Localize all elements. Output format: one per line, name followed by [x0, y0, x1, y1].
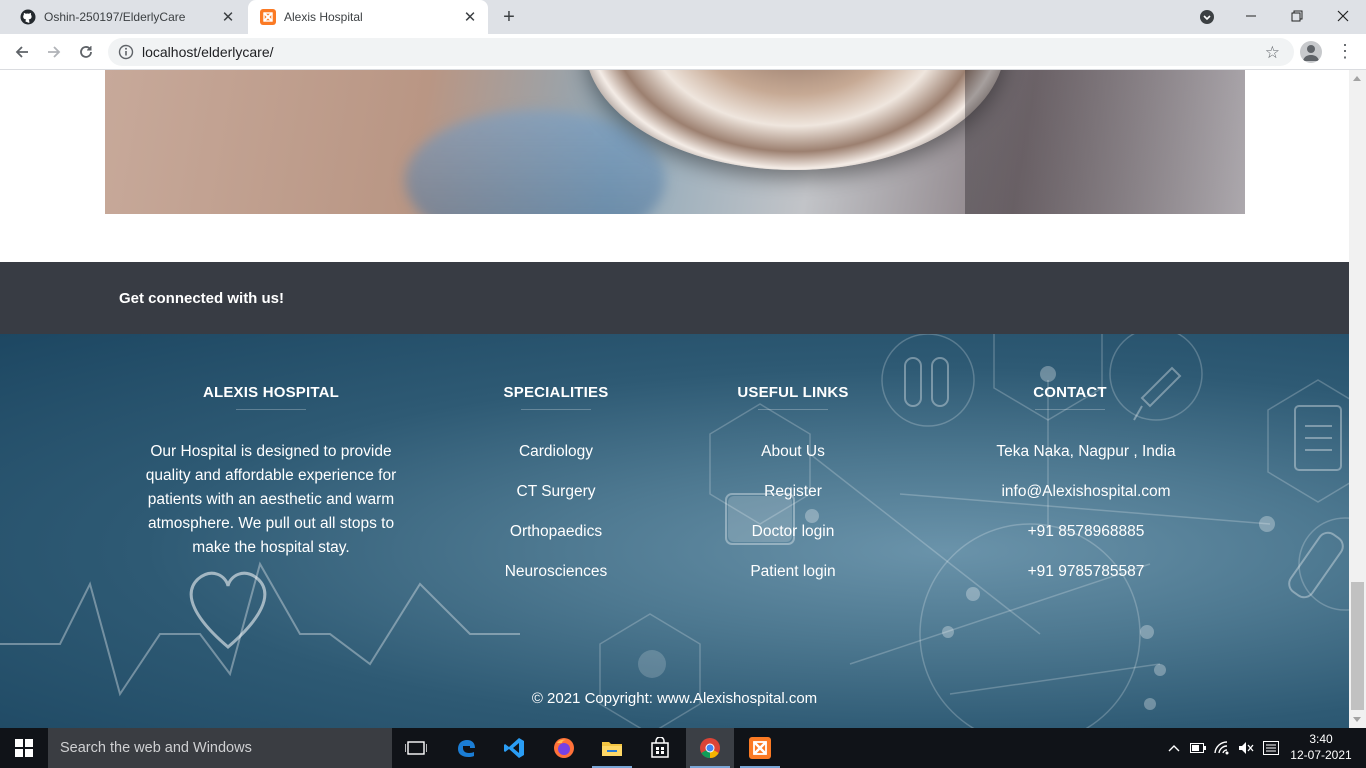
reload-button[interactable]: [74, 40, 98, 64]
scroll-up-icon[interactable]: [1353, 76, 1361, 81]
close-tab-icon[interactable]: ✕: [218, 7, 238, 27]
scroll-down-icon[interactable]: [1353, 717, 1361, 722]
forward-button[interactable]: [42, 40, 66, 64]
connect-bar: Get connected with us!: [0, 262, 1349, 334]
contact-phone-1: +91 8578968885: [1027, 523, 1145, 540]
taskbar-file-explorer[interactable]: [588, 728, 636, 768]
search-placeholder: Search the web and Windows: [60, 740, 252, 756]
clock-date: 12-07-2021: [1290, 748, 1352, 762]
profile-avatar[interactable]: [1300, 41, 1322, 63]
heading-divider: [521, 409, 591, 410]
tab-alexis-hospital[interactable]: Alexis Hospital ✕: [248, 0, 488, 34]
info-icon[interactable]: [118, 44, 134, 60]
contact-phone-2: +91 9785785587: [1027, 563, 1145, 580]
folder-icon: [602, 742, 622, 756]
restore-icon: [1291, 10, 1303, 22]
arrow-right-icon: [48, 46, 61, 58]
vscode-icon: [504, 738, 524, 758]
github-icon: [20, 9, 36, 25]
close-tab-icon[interactable]: ✕: [460, 7, 480, 27]
footer-about-heading: ALEXIS HOSPITAL: [202, 384, 340, 401]
tray-show-hidden-button[interactable]: [1164, 728, 1184, 768]
taskbar-firefox[interactable]: [540, 728, 588, 768]
link-doctor-login[interactable]: Doctor login: [693, 522, 893, 562]
minimize-button[interactable]: [1228, 0, 1274, 32]
address-bar[interactable]: localhost/elderlycare/ ☆: [108, 38, 1294, 66]
taskbar-search-box[interactable]: Search the web and Windows: [48, 728, 392, 768]
site-footer: ALEXIS HOSPITAL Our Hospital is designed…: [0, 334, 1349, 728]
windows-taskbar: Search the web and Windows 3:40 12-07-20…: [0, 728, 1366, 768]
edge-icon: [458, 740, 475, 757]
link-patient-login[interactable]: Patient login: [693, 562, 893, 602]
volume-muted-icon[interactable]: [1236, 728, 1256, 768]
tab-strip: Oshin-250197/ElderlyCare ✕ Alexis Hospit…: [0, 0, 1366, 34]
heading-divider: [1035, 409, 1105, 410]
chevron-down-icon: [1200, 10, 1214, 24]
taskbar-chrome[interactable]: [686, 728, 734, 768]
chrome-icon: [700, 738, 720, 759]
link-about-us[interactable]: About Us: [693, 442, 893, 482]
speciality-link-ct-surgery[interactable]: CT Surgery: [456, 482, 656, 522]
speciality-link-cardiology[interactable]: Cardiology: [456, 442, 656, 482]
task-view-button[interactable]: [392, 728, 440, 768]
copyright-text: © 2021 Copyright: www.Alexishospital.com: [531, 690, 818, 707]
connect-heading: Get connected with us!: [119, 290, 285, 307]
footer-copyright: © 2021 Copyright: www.Alexishospital.com: [0, 690, 1349, 707]
back-button[interactable]: [10, 40, 34, 64]
bookmark-star-icon[interactable]: ☆: [1265, 43, 1280, 63]
page-scrollbar[interactable]: [1349, 70, 1366, 728]
heading-divider: [758, 409, 828, 410]
speciality-link-neurosciences[interactable]: Neurosciences: [456, 562, 656, 602]
minimize-icon: [1246, 15, 1256, 17]
arrow-left-icon: [15, 46, 28, 58]
taskbar-edge[interactable]: [442, 728, 490, 768]
task-view-icon: [405, 741, 427, 755]
reload-icon: [80, 46, 92, 58]
contact-email[interactable]: info@Alexishospital.com: [978, 482, 1194, 522]
tab-search-button[interactable]: [1198, 8, 1216, 26]
footer-useful-links-heading: USEFUL LINKS: [737, 384, 849, 401]
taskbar-xampp[interactable]: [736, 728, 784, 768]
tab-title: Oshin-250197/ElderlyCare: [44, 10, 186, 24]
action-center-icon[interactable]: [1260, 728, 1282, 768]
firefox-icon: [554, 738, 574, 758]
tab-github[interactable]: Oshin-250197/ElderlyCare ✕: [8, 0, 246, 34]
user-icon: [1303, 45, 1319, 61]
battery-icon[interactable]: [1188, 728, 1208, 768]
browser-toolbar: localhost/elderlycare/ ☆ ⋮: [0, 34, 1366, 70]
store-icon: [651, 737, 669, 758]
link-register[interactable]: Register: [693, 482, 893, 522]
tab-title: Alexis Hospital: [284, 10, 363, 24]
windows-logo-icon: [15, 739, 33, 757]
close-window-button[interactable]: [1320, 0, 1366, 32]
wifi-icon[interactable]: [1212, 728, 1232, 768]
contact-address: Teka Naka, Nagpur , India: [996, 443, 1176, 460]
clock-time: 3:40: [1309, 732, 1333, 746]
footer-about-text: Our Hospital is designed to provide qual…: [145, 443, 397, 556]
footer-contact-heading: CONTACT: [1033, 384, 1107, 401]
browser-menu-button[interactable]: ⋮: [1336, 42, 1354, 62]
speciality-link-orthopaedics[interactable]: Orthopaedics: [456, 522, 656, 562]
close-icon: [1337, 10, 1349, 22]
chevron-up-icon: [1168, 745, 1180, 752]
scrollbar-thumb[interactable]: [1351, 582, 1364, 710]
url-text[interactable]: localhost/elderlycare/: [142, 44, 274, 60]
xampp-icon: [749, 737, 771, 759]
start-button[interactable]: [0, 728, 48, 768]
new-tab-button[interactable]: +: [498, 6, 520, 28]
footer-specialities-heading: SPECIALITIES: [503, 384, 609, 401]
page-viewport: Get connected with us! ALEXIS HOSPITAL O…: [0, 70, 1349, 728]
xampp-icon: [260, 9, 276, 25]
taskbar-vscode[interactable]: [490, 728, 538, 768]
hero-image: [105, 70, 1245, 214]
taskbar-store[interactable]: [636, 728, 684, 768]
taskbar-clock[interactable]: 3:40 12-07-2021: [1284, 731, 1358, 763]
heading-divider: [236, 409, 306, 410]
restore-button[interactable]: [1274, 0, 1320, 32]
